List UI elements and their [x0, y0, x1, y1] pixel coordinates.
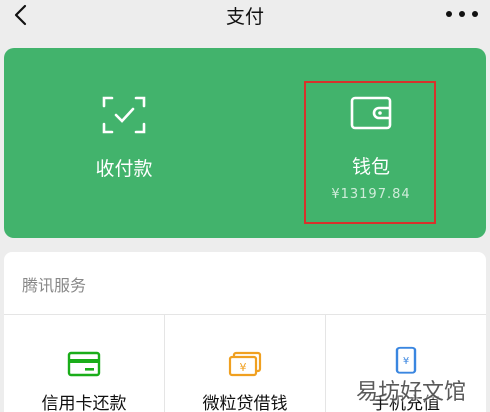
scan-check-icon — [102, 96, 146, 134]
receive-pay-label: 收付款 — [95, 158, 153, 180]
wallet-icon — [350, 96, 392, 130]
weilidai-loan-button[interactable]: ¥ 微粒贷借钱 — [165, 315, 325, 412]
service-label: 微粒贷借钱 — [202, 394, 288, 412]
more-dots-icon — [446, 11, 452, 17]
credit-card-icon — [67, 351, 101, 377]
cash-stack-icon: ¥ — [228, 351, 262, 377]
credit-card-repay-button[interactable]: 信用卡还款 — [4, 315, 164, 412]
wallet-balance: ¥13197.84 — [331, 187, 411, 202]
wallet-label: 钱包 — [351, 156, 390, 178]
page-title: 支付 — [225, 5, 264, 28]
chevron-left-icon — [14, 4, 27, 26]
section-title: 腾讯服务 — [22, 276, 87, 295]
service-label: 信用卡还款 — [41, 394, 127, 412]
phone-recharge-icon: ¥ — [395, 346, 417, 374]
svg-text:¥: ¥ — [240, 361, 247, 374]
receive-pay-button[interactable]: 收付款 — [4, 48, 244, 238]
back-button[interactable] — [8, 2, 32, 28]
top-nav-bar: 支付 — [0, 0, 490, 30]
payment-card: 收付款 钱包 ¥13197.84 — [4, 48, 486, 238]
watermark-text: 易坊好文馆 — [355, 380, 466, 405]
wallet-button[interactable]: 钱包 ¥13197.84 — [304, 80, 438, 270]
more-button[interactable] — [446, 6, 478, 22]
svg-text:¥: ¥ — [403, 356, 409, 367]
